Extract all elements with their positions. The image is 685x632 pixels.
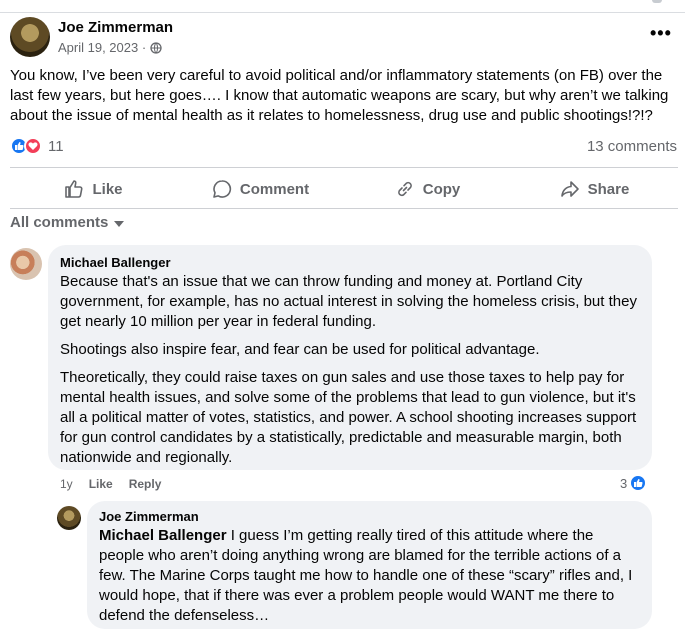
globe-icon — [150, 41, 162, 54]
post-author-name[interactable]: Joe Zimmerman — [58, 19, 173, 36]
scroll-indicator — [652, 0, 662, 3]
top-divider — [0, 12, 685, 13]
divider — [10, 167, 678, 168]
share-label: Share — [587, 180, 630, 198]
comment-like-button[interactable]: Like — [89, 477, 113, 491]
avatar[interactable] — [57, 506, 81, 530]
avatar[interactable] — [10, 248, 42, 280]
comment-meta: 1y Like Reply — [60, 477, 161, 491]
reply-text: Michael Ballenger I guess I’m getting re… — [99, 526, 640, 626]
mention-link[interactable]: Michael Ballenger — [99, 527, 227, 544]
post-action-bar: Like Comment Copy Share — [10, 172, 678, 206]
copy-button[interactable]: Copy — [344, 172, 511, 206]
comment-author-name[interactable]: Joe Zimmerman — [99, 509, 640, 524]
comment-paragraph: Shootings also inspire fear, and fear ca… — [60, 341, 540, 358]
comment-button[interactable]: Comment — [177, 172, 344, 206]
comments-count-link[interactable]: 13 comments — [587, 138, 677, 155]
comments-filter-dropdown[interactable]: All comments — [10, 214, 125, 231]
share-button[interactable]: Share — [511, 172, 678, 206]
post-body: You know, I’ve been very careful to avoi… — [10, 67, 669, 124]
like-reaction-icon — [629, 474, 648, 492]
reaction-count: 11 — [48, 137, 64, 155]
comment-label: Comment — [239, 180, 310, 198]
comment-author-name[interactable]: Michael Ballenger — [60, 255, 640, 270]
chevron-down-icon — [114, 220, 125, 227]
link-icon — [397, 181, 412, 197]
comments-filter-label: All comments — [10, 214, 109, 231]
post-date[interactable]: April 19, 2023 · — [58, 40, 146, 55]
comment-paragraph: Theoretically, they could raise taxes on… — [60, 369, 637, 466]
copy-label: Copy — [422, 180, 461, 198]
comment-icon — [213, 180, 232, 198]
reactions-summary[interactable]: 11 — [10, 137, 64, 155]
comment-bubble: Michael Ballenger Because that's an issu… — [48, 245, 652, 470]
comment-age[interactable]: 1y — [60, 477, 73, 491]
comment-like-count: 3 — [620, 475, 628, 491]
comment-paragraph: Because that's an issue that we can thro… — [60, 273, 637, 330]
like-button[interactable]: Like — [10, 172, 177, 206]
more-options-icon[interactable]: ••• — [650, 24, 672, 42]
comment-reply-button[interactable]: Reply — [129, 477, 162, 491]
divider — [10, 208, 678, 209]
post-meta: April 19, 2023 · — [58, 40, 162, 55]
love-reaction-icon — [24, 137, 42, 155]
avatar[interactable] — [10, 17, 50, 57]
thumbs-up-icon — [65, 180, 84, 198]
comment-reaction-badge[interactable]: 3 — [620, 474, 648, 492]
reply-bubble: Joe Zimmerman Michael Ballenger I guess … — [87, 501, 652, 629]
share-icon — [560, 181, 579, 197]
like-label: Like — [92, 180, 123, 198]
